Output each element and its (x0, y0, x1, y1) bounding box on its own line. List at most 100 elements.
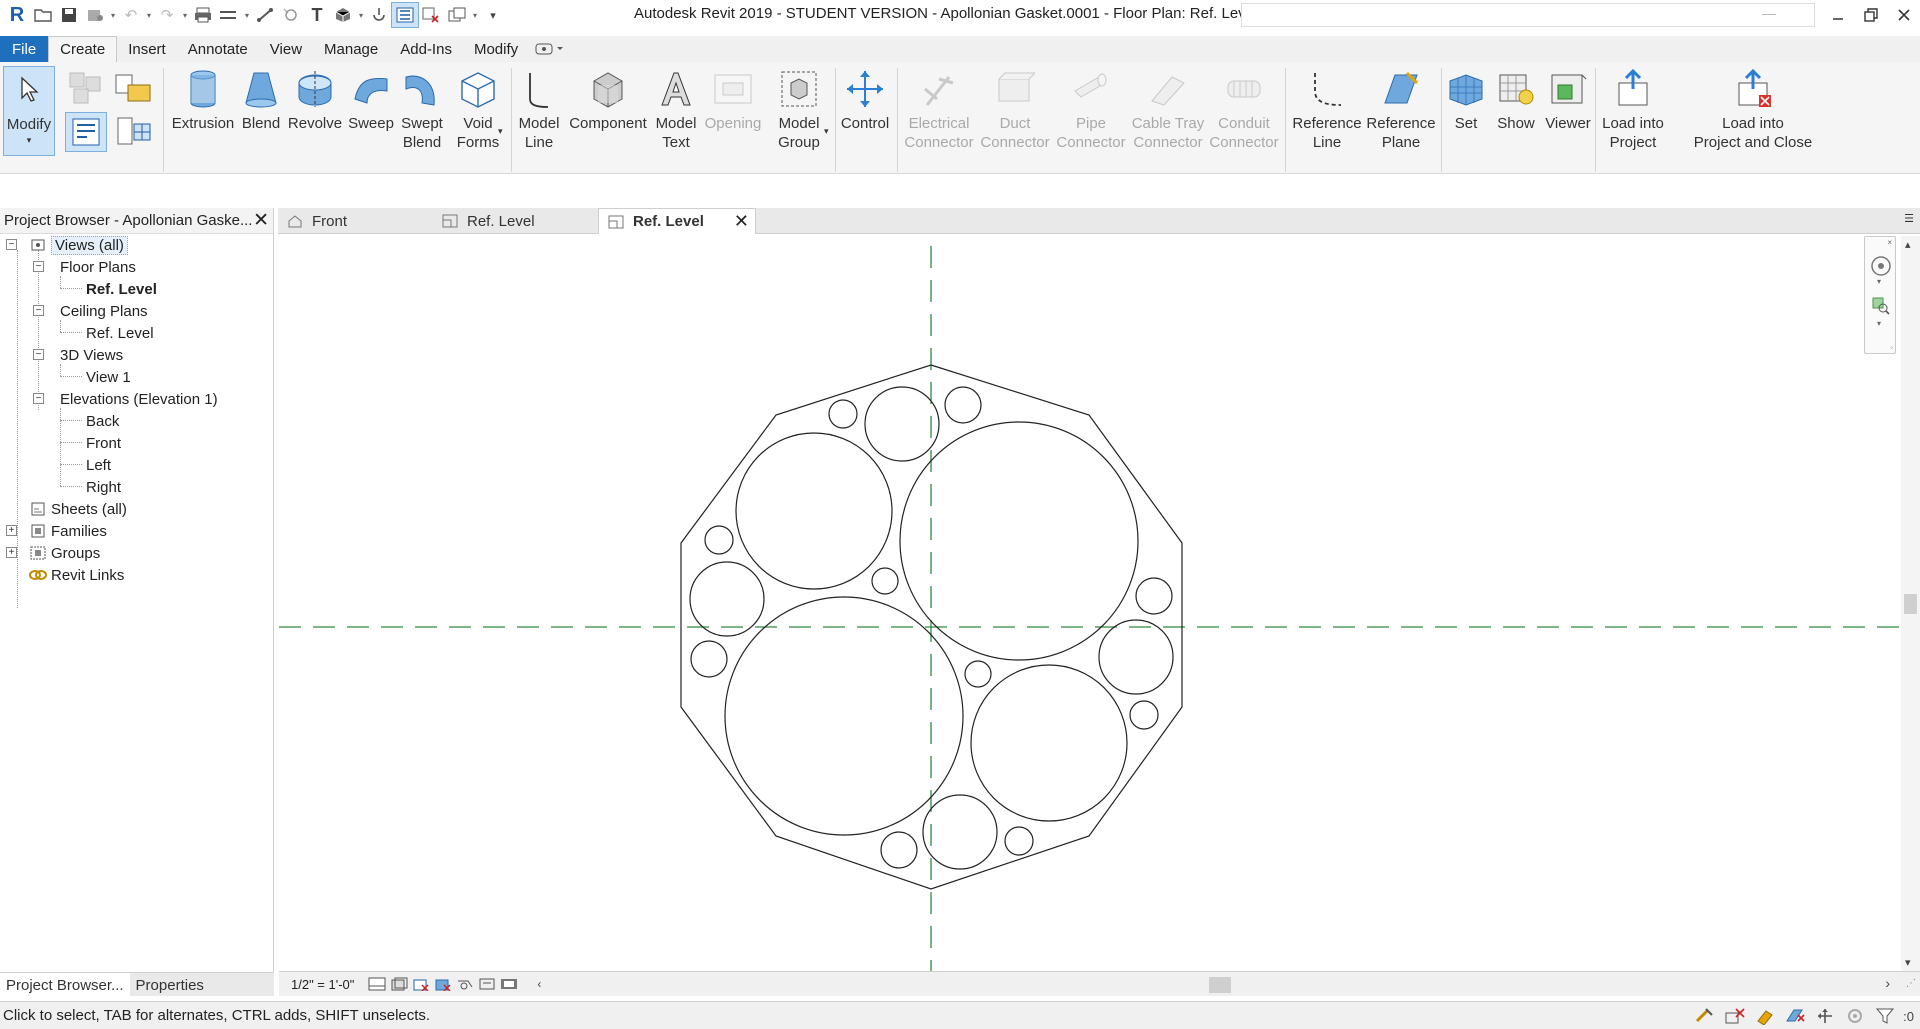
sweep-button[interactable]: Sweep (345, 66, 397, 133)
drag-elements-icon[interactable] (1813, 1006, 1837, 1026)
gasket-circle[interactable] (1129, 700, 1159, 730)
gasket-circle[interactable] (689, 561, 765, 637)
save-icon[interactable] (56, 3, 82, 27)
contextual-toggle[interactable] (529, 36, 571, 62)
crop-view-icon[interactable] (454, 975, 476, 993)
3d-view-dropdown-icon[interactable]: ▾ (356, 3, 366, 27)
tree-floor-plans[interactable]: Floor Plans (60, 257, 136, 277)
collapse-toggle-icon[interactable]: − (33, 261, 44, 272)
model-group-button[interactable]: Model Group (773, 66, 825, 152)
redo-icon[interactable]: ↷ (154, 3, 180, 27)
scroll-right-icon[interactable]: › (1885, 975, 1890, 991)
component-button[interactable]: Component (568, 66, 648, 133)
open-icon[interactable] (30, 3, 56, 27)
tree-groups[interactable]: Groups (29, 543, 100, 563)
thin-lines-icon[interactable] (391, 2, 419, 28)
gasket-circle[interactable] (970, 664, 1128, 822)
vertical-scroll-thumb[interactable] (1904, 594, 1917, 614)
expand-toggle-icon[interactable]: + (6, 525, 17, 536)
apollonian-gasket-drawing[interactable] (279, 236, 1901, 971)
collapse-toggle-icon[interactable]: − (33, 305, 44, 316)
family-properties-icon[interactable] (65, 112, 107, 152)
close-icon[interactable]: × (1887, 238, 1892, 247)
modify-dropdown-icon[interactable]: ▾ (27, 134, 32, 146)
gasket-circle[interactable] (704, 525, 734, 555)
void-forms-dropdown-icon[interactable]: ▾ (498, 126, 503, 137)
opening-button[interactable]: Opening (703, 66, 763, 133)
load-into-project-button[interactable]: Load into Project (1598, 66, 1668, 152)
text-icon[interactable]: T (304, 3, 330, 27)
viewer-button[interactable]: Viewer (1543, 66, 1593, 133)
model-group-dropdown-icon[interactable]: ▾ (824, 126, 829, 137)
electrical-connector-button[interactable]: Electrical Connector (900, 66, 978, 152)
load-into-project-and-close-button[interactable]: Load into Project and Close (1686, 66, 1820, 152)
drawing-area[interactable] (279, 236, 1901, 971)
gasket-circle[interactable] (864, 386, 940, 462)
select-pinned-icon[interactable] (1753, 1006, 1777, 1026)
resize-grip-icon[interactable]: ⋰ (1906, 978, 1916, 989)
undo-icon[interactable]: ↶ (118, 3, 144, 27)
collapse-toggle-icon[interactable]: − (6, 239, 17, 250)
tab-manage[interactable]: Manage (313, 36, 389, 62)
sync-icon[interactable] (82, 3, 108, 27)
show-crop-region-icon[interactable] (476, 975, 498, 993)
steering-dropdown-icon[interactable]: ▾ (1877, 277, 1881, 286)
title-search-input[interactable] (1241, 3, 1815, 27)
gasket-circle[interactable] (871, 567, 899, 595)
tree-sheets[interactable]: Sheets (all) (29, 499, 127, 519)
conduit-connector-button[interactable]: Conduit Connector (1207, 66, 1281, 152)
gasket-circle[interactable] (880, 831, 918, 869)
view-tab-ref-level[interactable]: Ref. Level (433, 208, 585, 234)
zoom-dropdown-icon[interactable]: ▾ (1877, 319, 1881, 328)
tree-families[interactable]: Families (29, 521, 107, 541)
revit-logo-icon[interactable]: R (4, 3, 30, 27)
tab-file[interactable]: File (0, 36, 49, 62)
gasket-circle[interactable] (735, 432, 893, 590)
control-button[interactable]: Control (838, 66, 892, 133)
measure-dropdown-icon[interactable]: ▾ (242, 3, 252, 27)
modify-button[interactable]: Modify ▾ (3, 66, 55, 156)
cable-tray-connector-button[interactable]: Cable Tray Connector (1130, 66, 1206, 152)
tree-views-all[interactable]: Views (all) (29, 235, 128, 255)
detail-level-icon[interactable] (366, 975, 388, 993)
model-line-button[interactable]: Model Line (514, 66, 564, 152)
gasket-circle[interactable] (724, 596, 964, 836)
gasket-circle[interactable] (828, 399, 858, 429)
tab-insert[interactable]: Insert (117, 36, 177, 62)
tree-3d-views[interactable]: 3D Views (60, 345, 123, 365)
select-links-icon[interactable] (1693, 1006, 1717, 1026)
tab-add-ins[interactable]: Add-Ins (389, 36, 463, 62)
family-category-icon[interactable] (65, 68, 107, 108)
expand-toggle-icon[interactable]: + (6, 547, 17, 558)
sync-dropdown-icon[interactable]: ▾ (108, 3, 118, 27)
gasket-circle[interactable] (944, 386, 982, 424)
model-text-button[interactable]: Model Text (652, 66, 700, 152)
pipe-connector-button[interactable]: Pipe Connector (1055, 66, 1127, 152)
tab-project-browser[interactable]: Project Browser... (0, 973, 130, 997)
sun-path-icon[interactable] (410, 975, 432, 993)
collapse-toggle-icon[interactable]: − (33, 349, 44, 360)
blend-button[interactable]: Blend (236, 66, 286, 133)
tree-revit-links[interactable]: Revit Links (29, 565, 124, 585)
scroll-up-icon[interactable]: ▴ (1905, 238, 1911, 251)
scroll-down-icon[interactable]: ▾ (1905, 956, 1911, 969)
scroll-left-icon[interactable]: ‹ (528, 975, 550, 993)
gasket-circle[interactable] (1004, 826, 1034, 856)
tab-view[interactable]: View (259, 36, 313, 62)
resize-grip-icon[interactable]: ◦ (1890, 343, 1893, 352)
reference-line-button[interactable]: Reference Line (1288, 66, 1366, 152)
tag-icon[interactable] (278, 3, 304, 27)
dimension-icon[interactable] (252, 3, 278, 27)
tree-floor-plan-ref-level[interactable]: Ref. Level (86, 279, 157, 299)
undo-dropdown-icon[interactable]: ▾ (144, 3, 154, 27)
tree-elevation-right[interactable]: Right (86, 477, 121, 497)
tab-properties[interactable]: Properties (130, 973, 210, 997)
3d-view-icon[interactable] (330, 3, 356, 27)
tree-ceiling-plan-ref-level[interactable]: Ref. Level (86, 323, 154, 343)
gasket-circle[interactable] (690, 640, 728, 678)
minimize-icon[interactable] (1821, 0, 1854, 30)
view-scale[interactable]: 1/2" = 1'-0" (291, 977, 354, 992)
measure-icon[interactable] (216, 3, 242, 27)
switch-windows-icon[interactable] (444, 3, 470, 27)
set-button[interactable]: Set (1444, 66, 1488, 133)
